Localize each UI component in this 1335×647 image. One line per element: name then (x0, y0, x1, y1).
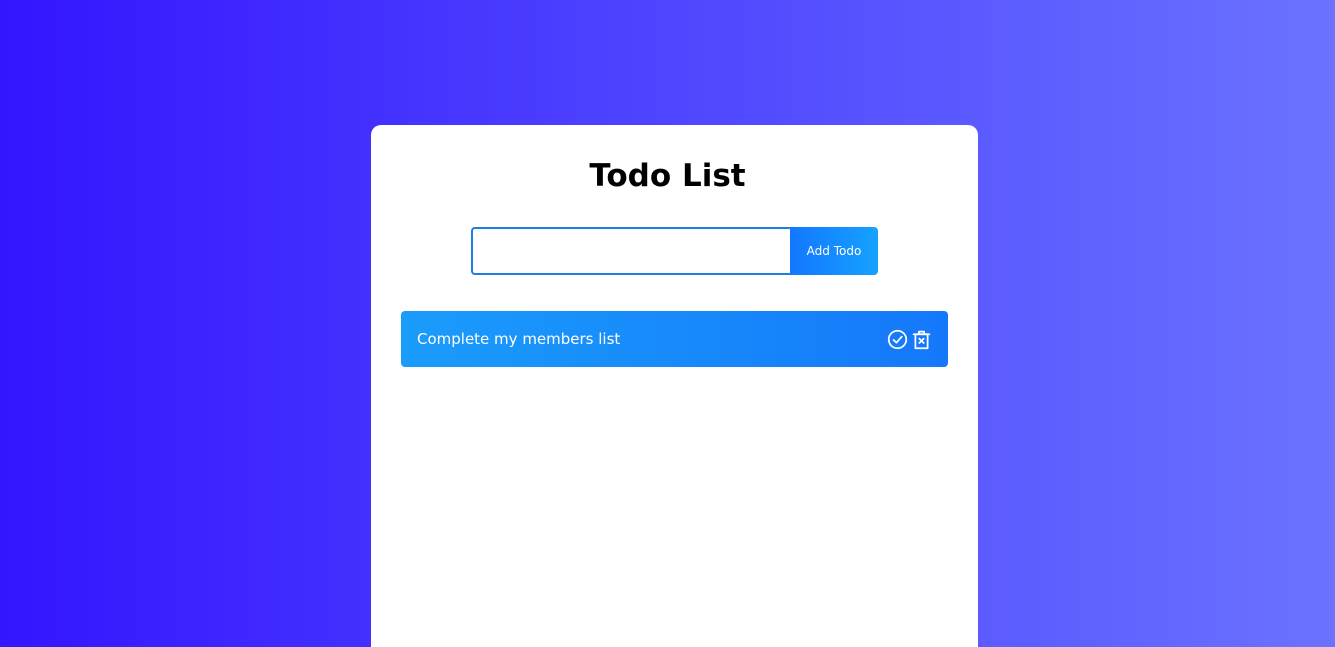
add-todo-button[interactable]: Add Todo (790, 227, 878, 275)
todo-item: Complete my members list (401, 311, 948, 367)
page-title: Todo List (589, 158, 746, 194)
todo-form: Add Todo (471, 227, 878, 275)
trash-icon[interactable] (911, 329, 932, 350)
todo-input[interactable] (471, 227, 790, 275)
todo-item-text[interactable]: Complete my members list (417, 330, 620, 348)
check-circle-icon[interactable] (887, 329, 908, 350)
todo-item-actions (887, 329, 932, 350)
todo-card (371, 125, 978, 647)
